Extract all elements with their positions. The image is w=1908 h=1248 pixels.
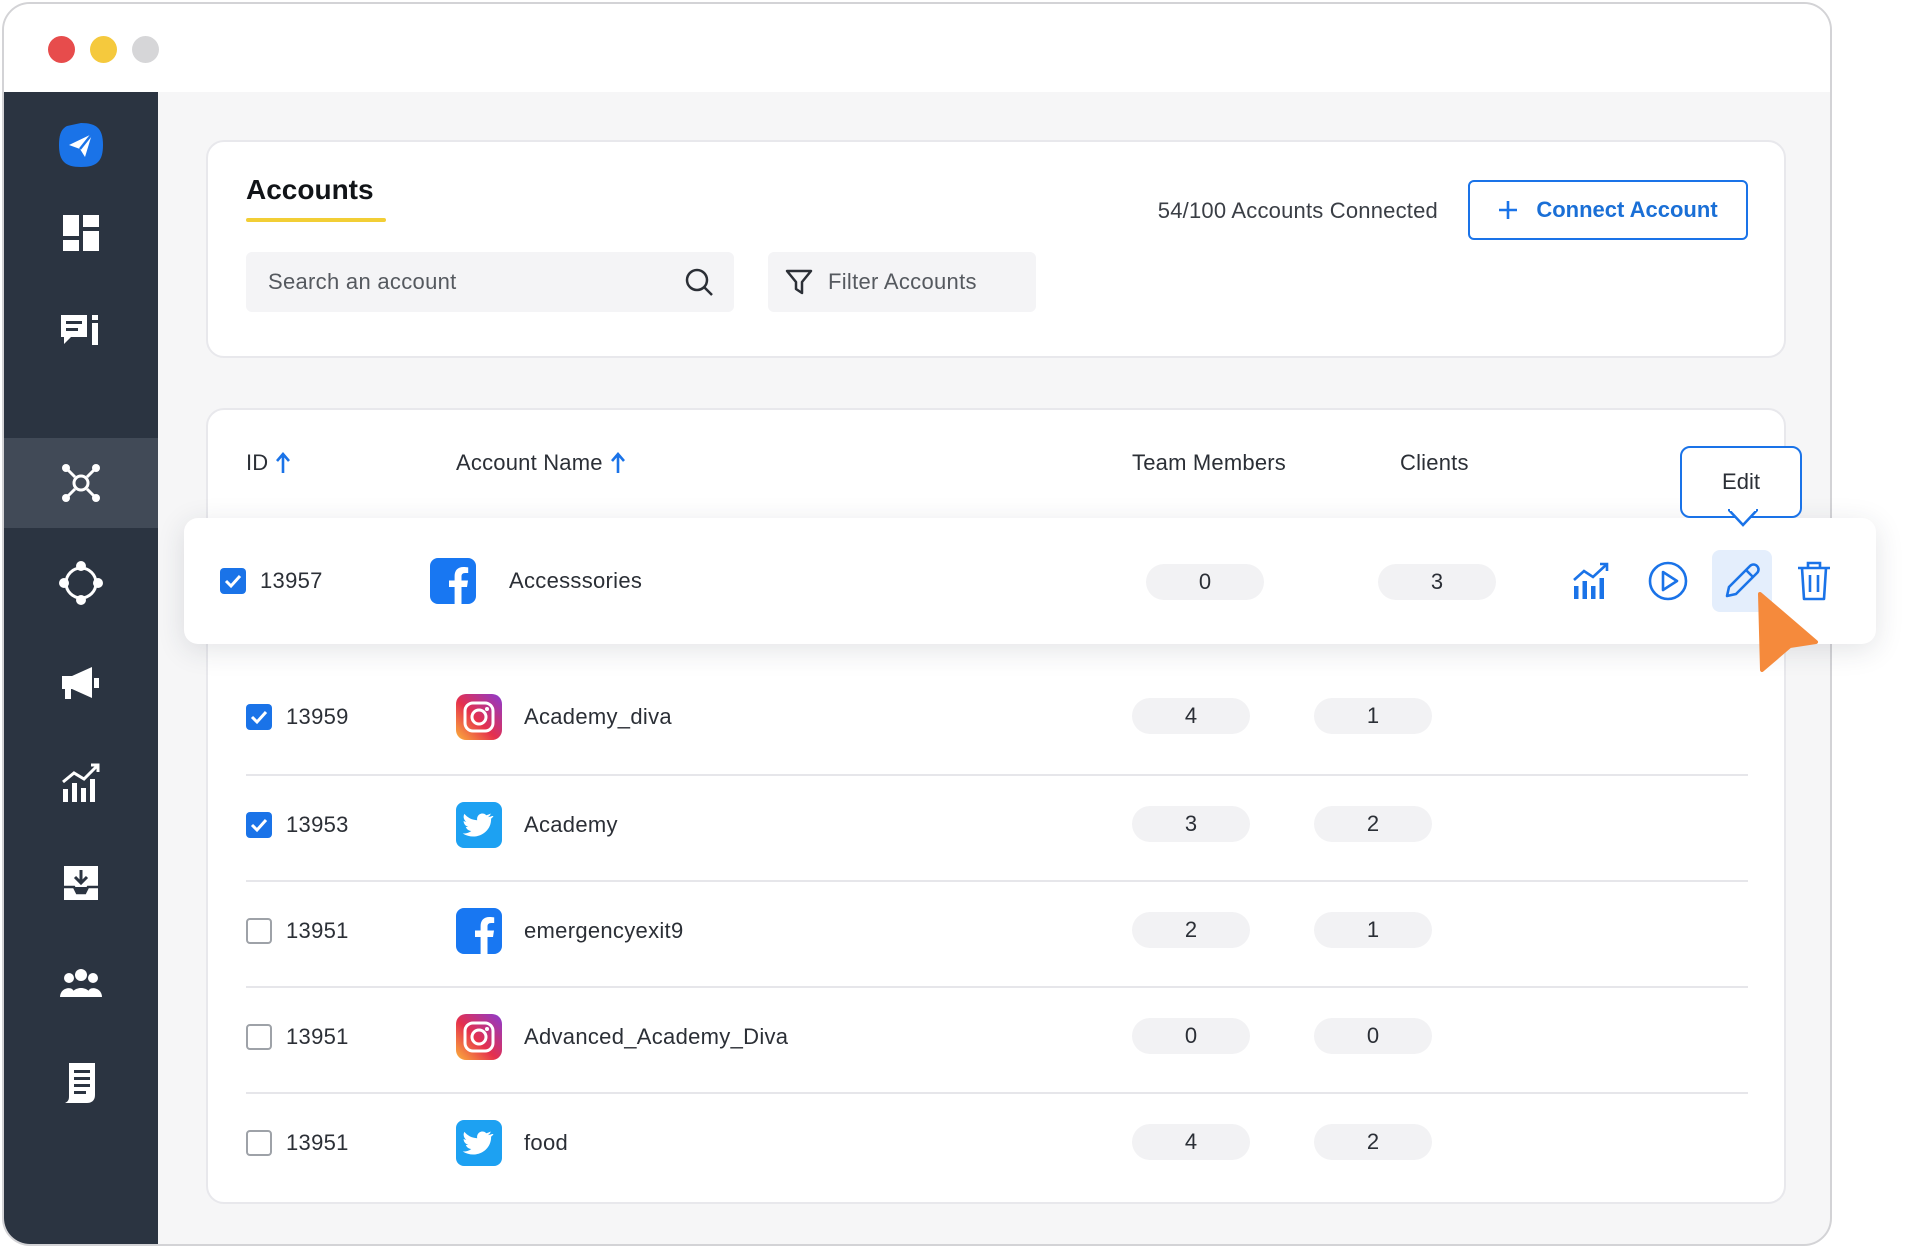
row-checkbox[interactable] [246, 1130, 272, 1156]
connected-circle-icon [59, 561, 103, 605]
column-header-account-name-label: Account Name [456, 450, 603, 475]
clients-count: 2 [1314, 1124, 1432, 1160]
network-hub-icon [62, 464, 100, 502]
row-id: 13959 [286, 704, 349, 729]
row-checkbox[interactable] [246, 1024, 272, 1050]
team-members-count: 2 [1132, 912, 1250, 948]
filter-accounts-button[interactable]: Filter Accounts [768, 252, 1036, 312]
clients-count: 2 [1314, 806, 1432, 842]
checkmark-icon [224, 574, 242, 589]
search-input[interactable] [266, 268, 684, 296]
row-checkbox[interactable] [246, 918, 272, 944]
sidebar-item-analytics[interactable] [4, 738, 158, 828]
plus-icon [1499, 201, 1518, 219]
team-icon [60, 969, 102, 997]
row-account-name: Advanced_Academy_Diva [524, 1024, 789, 1049]
twitter-logo-icon [456, 1120, 502, 1166]
megaphone-icon [62, 667, 99, 699]
column-header-team-members[interactable]: Team Members [1132, 450, 1286, 476]
title-bar [4, 4, 1830, 92]
sidebar-item-accounts[interactable] [4, 438, 158, 528]
sidebar-item-team[interactable] [4, 938, 158, 1028]
instagram-logo-icon [456, 694, 502, 740]
edit-tooltip: Edit [1680, 446, 1802, 518]
twitter-logo-icon [456, 802, 502, 848]
filter-accounts-label: Filter Accounts [828, 269, 977, 294]
checkmark-icon [250, 710, 268, 725]
sidebar-item-dashboard[interactable] [4, 188, 158, 278]
sidebar [4, 92, 158, 1244]
maximize-dot[interactable] [132, 36, 159, 63]
connect-account-button[interactable]: Connect Account [1468, 180, 1748, 240]
clients-count: 1 [1314, 912, 1432, 948]
table-row-hovered[interactable]: 13957 Accesssories 0 3 [184, 518, 1876, 644]
instagram-logo-icon [456, 1014, 502, 1060]
column-header-clients[interactable]: Clients [1400, 450, 1469, 476]
sidebar-item-reports[interactable] [4, 1038, 158, 1128]
team-members-count: 0 [1146, 564, 1264, 600]
row-account-name: Academy_diva [524, 704, 672, 729]
close-dot[interactable] [48, 36, 75, 63]
tooltip-arrow [1728, 509, 1758, 527]
team-members-count: 0 [1132, 1018, 1250, 1054]
sidebar-item-integrations[interactable] [4, 538, 158, 628]
column-header-id[interactable]: ID [246, 450, 291, 476]
dashboard-grid-icon [63, 215, 99, 251]
accounts-header-card: Accounts Filter Accounts 54/100 Accounts… [206, 140, 1786, 358]
inbox-download-icon [64, 866, 98, 900]
analytics-action-button[interactable] [1562, 550, 1622, 612]
table-row[interactable]: 13953 Academy 3 2 [208, 774, 1784, 878]
table-row[interactable]: 13951 food 4 2 [208, 1092, 1784, 1196]
table-row[interactable]: 13959 Academy_diva 4 1 [208, 664, 1784, 768]
column-header-id-label: ID [246, 450, 269, 475]
table-row[interactable]: 13951 emergencyexit9 2 1 [208, 880, 1784, 984]
sidebar-item-home[interactable] [4, 100, 158, 190]
clients-count: 1 [1314, 698, 1432, 734]
row-account-name: Academy [524, 812, 618, 837]
clients-count: 3 [1378, 564, 1496, 600]
row-id: 13951 [286, 1024, 349, 1049]
row-id: 13951 [286, 918, 349, 943]
row-account-name: emergencyexit9 [524, 918, 684, 943]
message-compose-icon [61, 315, 98, 345]
paper-plane-logo-icon [59, 123, 103, 167]
search-box[interactable] [246, 252, 734, 312]
facebook-logo-icon [430, 558, 476, 604]
sort-up-arrow-icon[interactable] [610, 452, 625, 474]
play-action-button[interactable] [1638, 550, 1698, 612]
clients-count: 0 [1314, 1018, 1432, 1054]
analytics-chart-icon [1573, 562, 1609, 599]
search-icon[interactable] [684, 267, 714, 297]
sidebar-item-compose[interactable] [4, 286, 158, 376]
row-id: 13953 [286, 812, 349, 837]
minimize-dot[interactable] [90, 36, 117, 63]
connect-account-label: Connect Account [1536, 197, 1718, 222]
filter-funnel-icon [785, 269, 813, 295]
row-checkbox[interactable] [246, 704, 272, 730]
column-header-account-name[interactable]: Account Name [456, 450, 625, 476]
mouse-cursor-icon [1758, 592, 1818, 672]
table-row[interactable]: 13951 Advanced_Academy_Diva 0 0 [208, 986, 1784, 1090]
sort-up-arrow-icon[interactable] [276, 452, 291, 474]
team-members-count: 4 [1132, 1124, 1250, 1160]
page-title: Accounts [246, 174, 374, 205]
checkmark-icon [250, 818, 268, 833]
team-members-count: 4 [1132, 698, 1250, 734]
analytics-icon [62, 763, 100, 802]
report-document-icon [65, 1063, 95, 1103]
row-id: 13951 [286, 1130, 349, 1155]
accounts-connected-count: 54/100 Accounts Connected [1157, 198, 1438, 223]
row-account-name: food [524, 1130, 569, 1155]
row-checkbox[interactable] [220, 568, 246, 594]
row-checkbox[interactable] [246, 812, 272, 838]
sidebar-item-campaigns[interactable] [4, 638, 158, 728]
team-members-count: 3 [1132, 806, 1250, 842]
row-account-name: Accesssories [509, 568, 643, 593]
facebook-logo-icon [456, 908, 502, 954]
play-circle-icon [1648, 561, 1688, 601]
sidebar-item-inbox[interactable] [4, 838, 158, 928]
title-underline [246, 218, 386, 222]
row-id: 13957 [260, 568, 323, 593]
